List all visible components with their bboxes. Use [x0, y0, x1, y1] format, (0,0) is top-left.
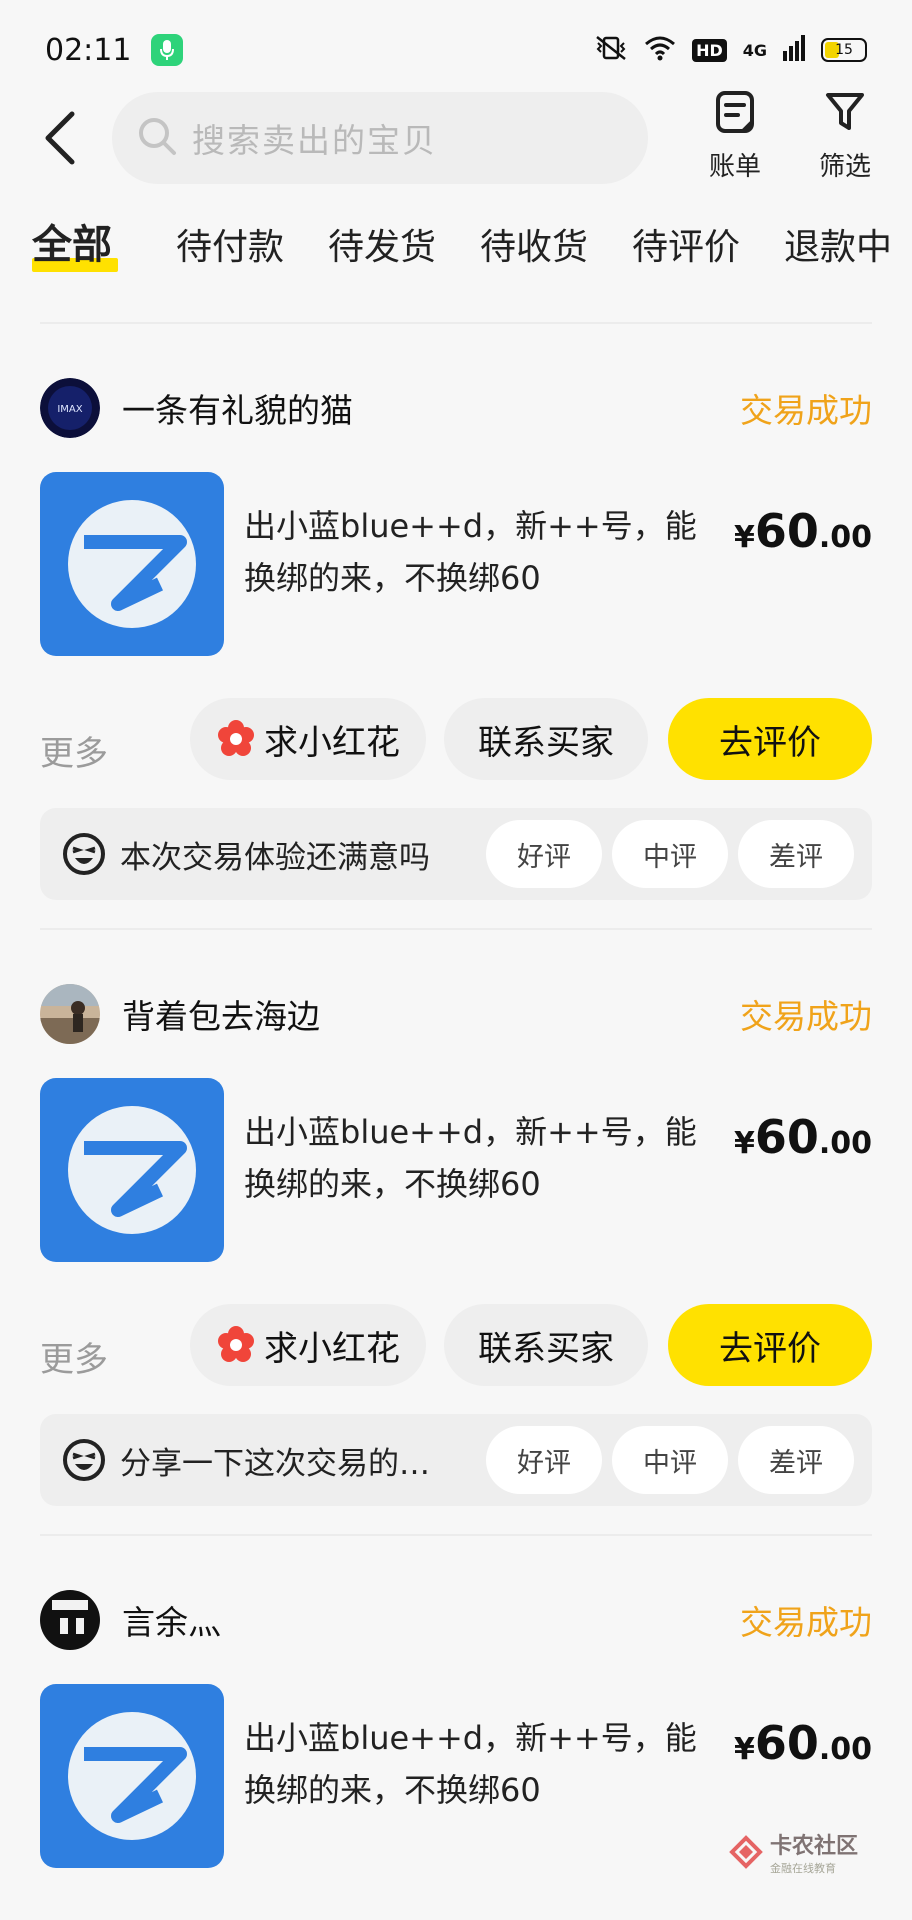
buyer-row: IMAX 一条有礼貌的猫 交易成功 — [40, 376, 872, 440]
rate-good-button[interactable]: 好评 — [486, 820, 602, 888]
rate-neutral-button[interactable]: 中评 — [612, 1426, 728, 1494]
back-button[interactable] — [40, 108, 90, 168]
laughing-face-icon — [63, 1439, 105, 1481]
status-time: 02:11 — [45, 32, 132, 68]
tab-pending-payment[interactable]: 待付款 — [176, 218, 284, 270]
laughing-face-icon — [63, 833, 105, 875]
tab-all[interactable]: 全部 — [32, 212, 112, 270]
tab-pending-review[interactable]: 待评价 — [632, 218, 740, 270]
filter-icon — [823, 90, 867, 138]
tab-pending-receipt[interactable]: 待收货 — [480, 218, 588, 270]
contact-buyer-button[interactable]: 联系买家 — [444, 698, 648, 780]
contact-buyer-button[interactable]: 联系买家 — [444, 1304, 648, 1386]
filter-button[interactable]: 筛选 — [800, 90, 890, 190]
filter-label: 筛选 — [818, 152, 871, 182]
rate-bad-button[interactable]: 差评 — [738, 1426, 854, 1494]
order-status: 交易成功 — [740, 997, 872, 1036]
bill-button[interactable]: 账单 — [690, 90, 780, 190]
hd-badge: HD — [692, 38, 727, 62]
review-button[interactable]: 去评价 — [668, 698, 872, 780]
search-icon — [136, 115, 178, 161]
product-price: ¥60.00 — [733, 504, 872, 558]
tab-pending-shipment[interactable]: 待发货 — [328, 218, 436, 270]
watermark-subtitle: 金融在线教育 — [770, 1862, 836, 1875]
review-prompt: 本次交易体验还满意吗 好评 中评 差评 — [40, 808, 872, 900]
product-price: ¥60.00 — [733, 1716, 872, 1770]
ask-flower-button[interactable]: 求小红花 — [190, 1304, 426, 1386]
review-question: 分享一下这次交易的… — [120, 1445, 430, 1482]
divider — [40, 322, 872, 324]
order-card[interactable]: IMAX 一条有礼貌的猫 交易成功 出小蓝blue++d，新++号，能换绑的来，… — [0, 376, 912, 900]
rate-good-button[interactable]: 好评 — [486, 1426, 602, 1494]
buyer-name[interactable]: 言余灬 — [122, 1596, 221, 1644]
blued-app-icon — [40, 1078, 224, 1262]
search-placeholder: 搜索卖出的宝贝 — [192, 121, 437, 160]
status-bar: 02:11 HD 4G 15 — [0, 0, 912, 100]
battery-level: 15 — [835, 42, 853, 58]
order-tabs: 全部 待付款 待发货 待收货 待评价 退款中 — [0, 210, 912, 280]
product-thumbnail[interactable] — [40, 1684, 224, 1868]
rate-bad-button[interactable]: 差评 — [738, 820, 854, 888]
product-title[interactable]: 出小蓝blue++d，新++号，能换绑的来，不换绑60 — [244, 500, 704, 604]
product-title[interactable]: 出小蓝blue++d，新++号，能换绑的来，不换绑60 — [244, 1712, 704, 1816]
product-title[interactable]: 出小蓝blue++d，新++号，能换绑的来，不换绑60 — [244, 1106, 704, 1210]
battery-icon: 15 — [821, 38, 867, 62]
buyer-name[interactable]: 背着包去海边 — [122, 990, 320, 1038]
divider — [40, 1534, 872, 1536]
avatar[interactable]: IMAX — [40, 378, 100, 438]
community-logo-icon — [729, 1835, 763, 1869]
product-thumbnail[interactable] — [40, 1078, 224, 1262]
wifi-icon — [644, 35, 676, 65]
flower-icon — [218, 1326, 254, 1362]
microphone-icon — [151, 34, 184, 66]
order-status: 交易成功 — [740, 1603, 872, 1642]
more-button[interactable]: 更多 — [40, 1332, 108, 1381]
avatar[interactable] — [40, 1590, 100, 1650]
blued-app-icon — [40, 472, 224, 656]
order-card[interactable]: 背着包去海边 交易成功 出小蓝blue++d，新++号，能换绑的来，不换绑60 … — [0, 982, 912, 1506]
ask-flower-button[interactable]: 求小红花 — [190, 698, 426, 780]
vibrate-icon — [594, 35, 628, 65]
order-status: 交易成功 — [740, 391, 872, 430]
divider — [40, 928, 872, 930]
more-button[interactable]: 更多 — [40, 726, 108, 775]
search-bar[interactable]: 搜索卖出的宝贝 — [112, 92, 648, 184]
bill-label: 账单 — [708, 152, 761, 182]
tab-refunding[interactable]: 退款中 — [784, 218, 892, 270]
rate-neutral-button[interactable]: 中评 — [612, 820, 728, 888]
network-type: 4G — [742, 40, 767, 60]
product-price: ¥60.00 — [733, 1110, 872, 1164]
review-question: 本次交易体验还满意吗 — [120, 839, 430, 876]
top-bar: 搜索卖出的宝贝 账单 筛选 — [0, 88, 912, 188]
signal-icon — [783, 35, 805, 65]
bill-icon — [713, 90, 757, 138]
watermark-title: 卡农社区 — [770, 1834, 859, 1859]
buyer-row: 背着包去海边 交易成功 — [40, 982, 872, 1046]
buyer-row: 言余灬 交易成功 — [40, 1588, 872, 1652]
review-button[interactable]: 去评价 — [668, 1304, 872, 1386]
review-prompt: 分享一下这次交易的… 好评 中评 差评 — [40, 1414, 872, 1506]
blued-app-icon — [40, 1684, 224, 1868]
svg-text:IMAX: IMAX — [57, 404, 82, 415]
flower-icon — [218, 720, 254, 756]
chevron-left-icon — [45, 111, 75, 165]
product-thumbnail[interactable] — [40, 472, 224, 656]
watermark: 卡农社区 金融在线教育 — [728, 1828, 858, 1876]
avatar[interactable] — [40, 984, 100, 1044]
buyer-name[interactable]: 一条有礼貌的猫 — [122, 384, 353, 432]
